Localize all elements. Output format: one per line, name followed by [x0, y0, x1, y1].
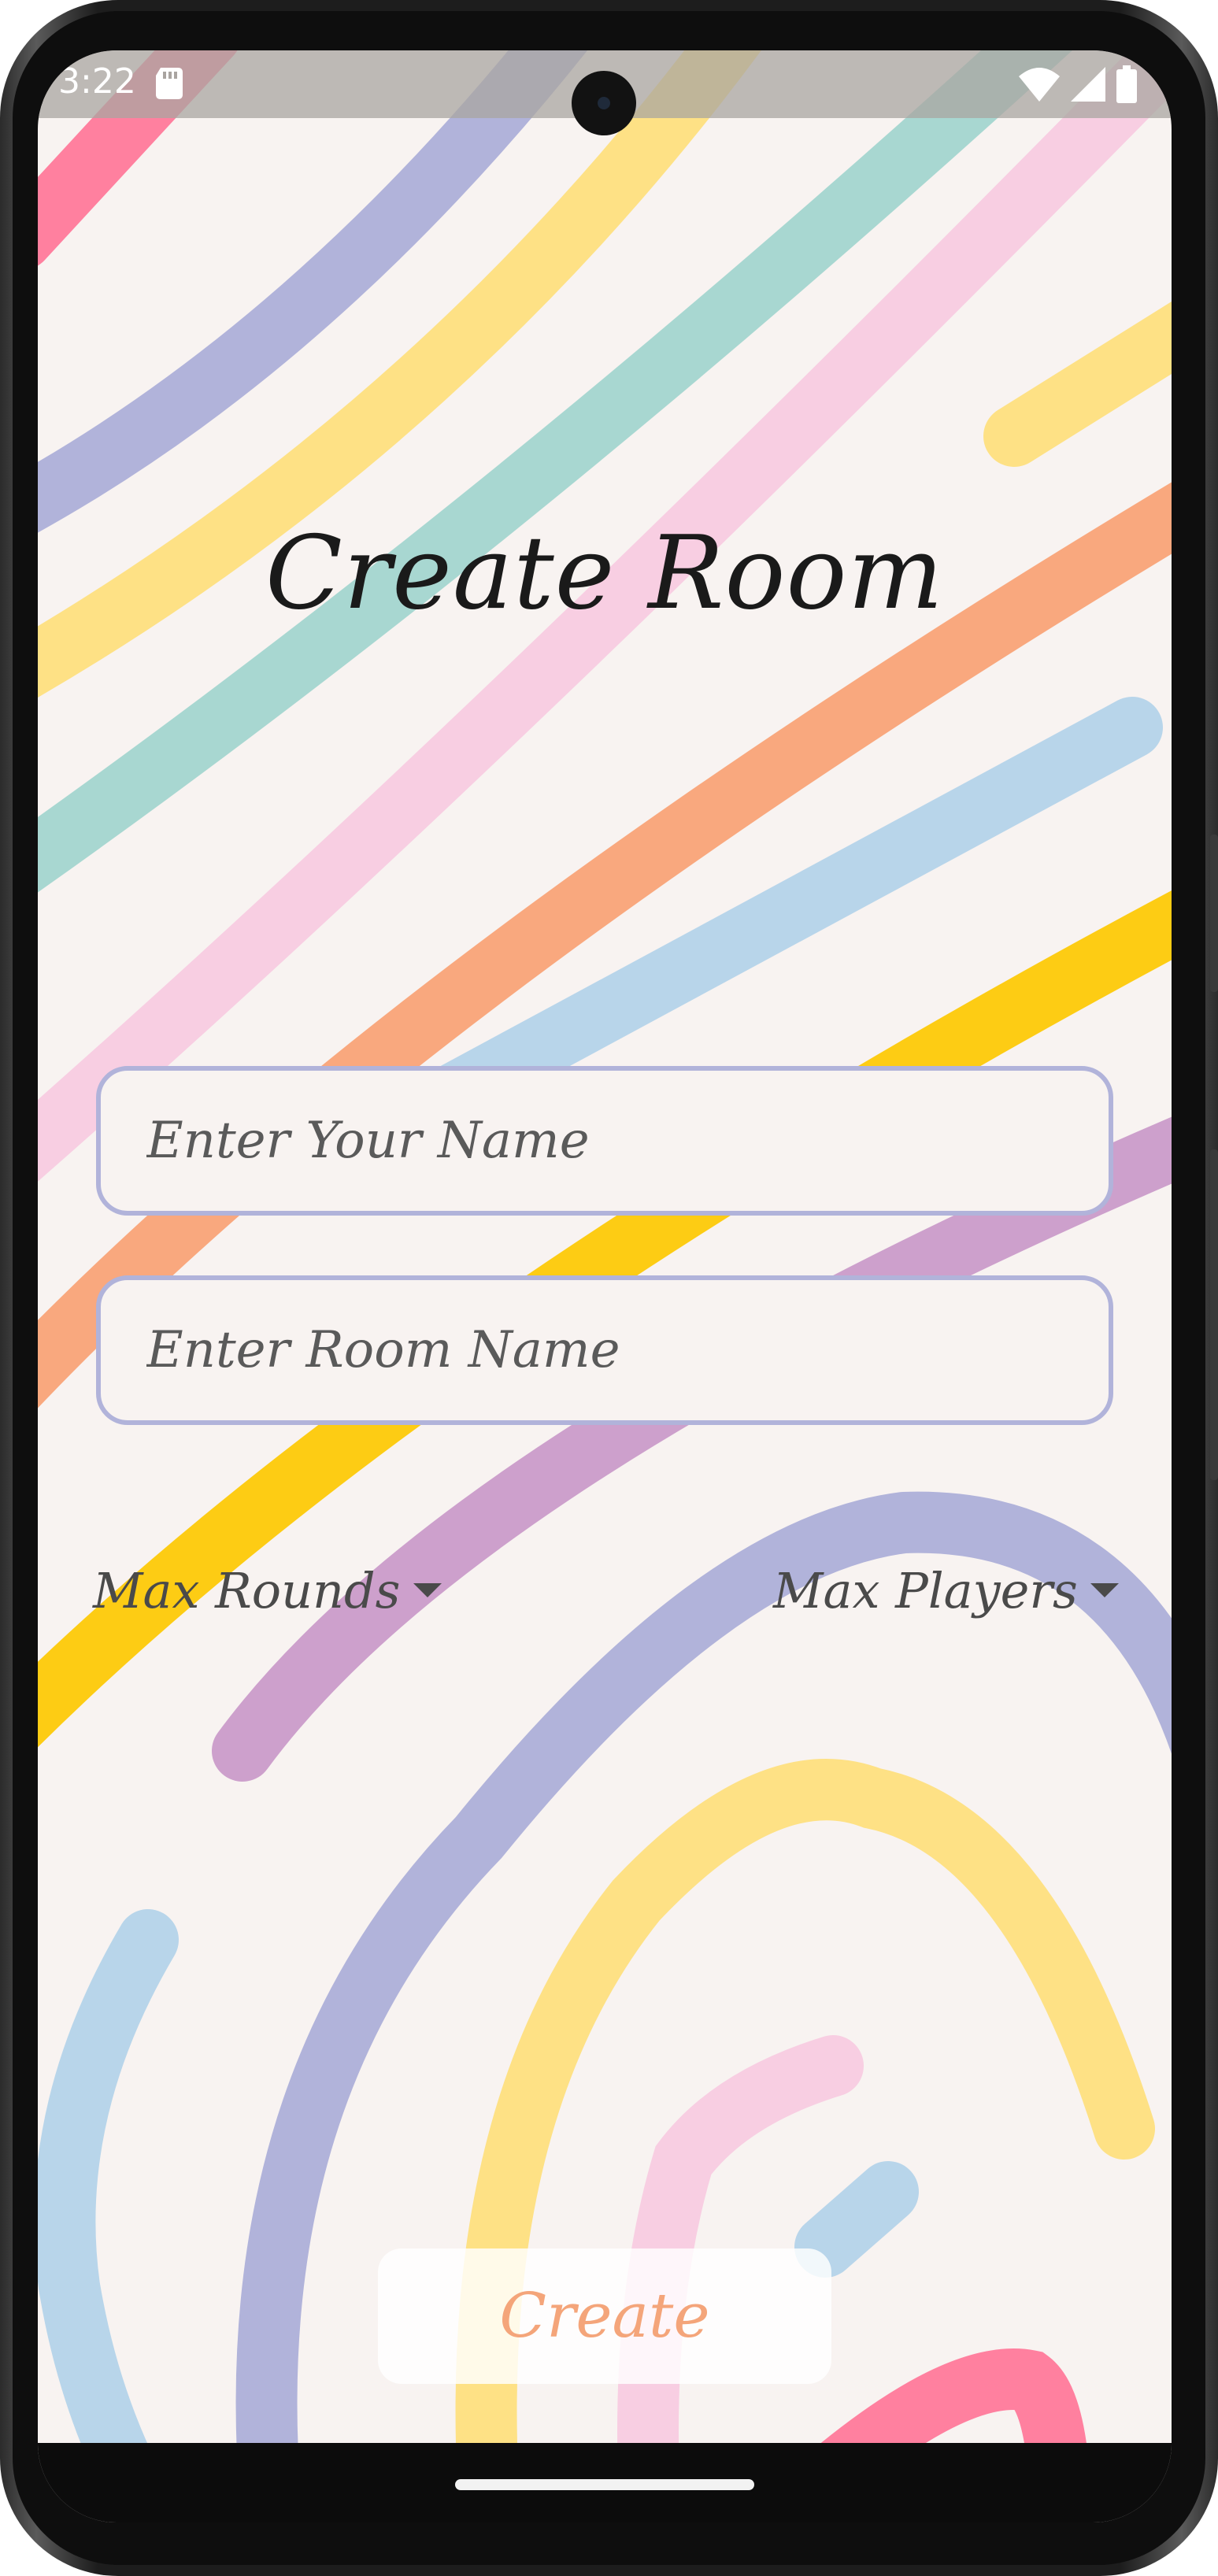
dropdown-caret-icon	[1090, 1583, 1119, 1597]
home-indicator[interactable]	[455, 2479, 754, 2490]
dropdown-caret-icon	[413, 1583, 442, 1597]
volume-button	[1210, 1149, 1218, 1480]
status-bar: 3:22	[38, 50, 1172, 135]
max-players-label: Max Players	[773, 1561, 1078, 1619]
name-input[interactable]	[145, 1071, 1074, 1211]
power-button	[1210, 835, 1218, 992]
navigation-bar	[38, 2443, 1172, 2522]
sd-card-icon	[156, 68, 183, 99]
signal-icon	[1071, 67, 1105, 102]
phone-frame: 3:22 Create Room Enter Your Name Enter R…	[0, 0, 1218, 2576]
max-rounds-label: Max Rounds	[93, 1561, 401, 1619]
front-camera	[572, 71, 636, 135]
status-icons	[1019, 65, 1137, 104]
create-button[interactable]: Create	[378, 2248, 831, 2384]
name-field[interactable]	[96, 1066, 1113, 1216]
status-time: 3:22	[58, 61, 136, 102]
max-rounds-dropdown[interactable]: Max Rounds	[93, 1551, 442, 1630]
battery-icon	[1116, 65, 1137, 103]
room-field[interactable]	[96, 1275, 1113, 1425]
wifi-icon	[1019, 68, 1060, 102]
max-players-dropdown[interactable]: Max Players	[773, 1551, 1119, 1630]
room-name-input[interactable]	[145, 1280, 1074, 1420]
app-screen: 3:22 Create Room Enter Your Name Enter R…	[38, 50, 1172, 2522]
page-title: Create Room	[265, 515, 944, 632]
